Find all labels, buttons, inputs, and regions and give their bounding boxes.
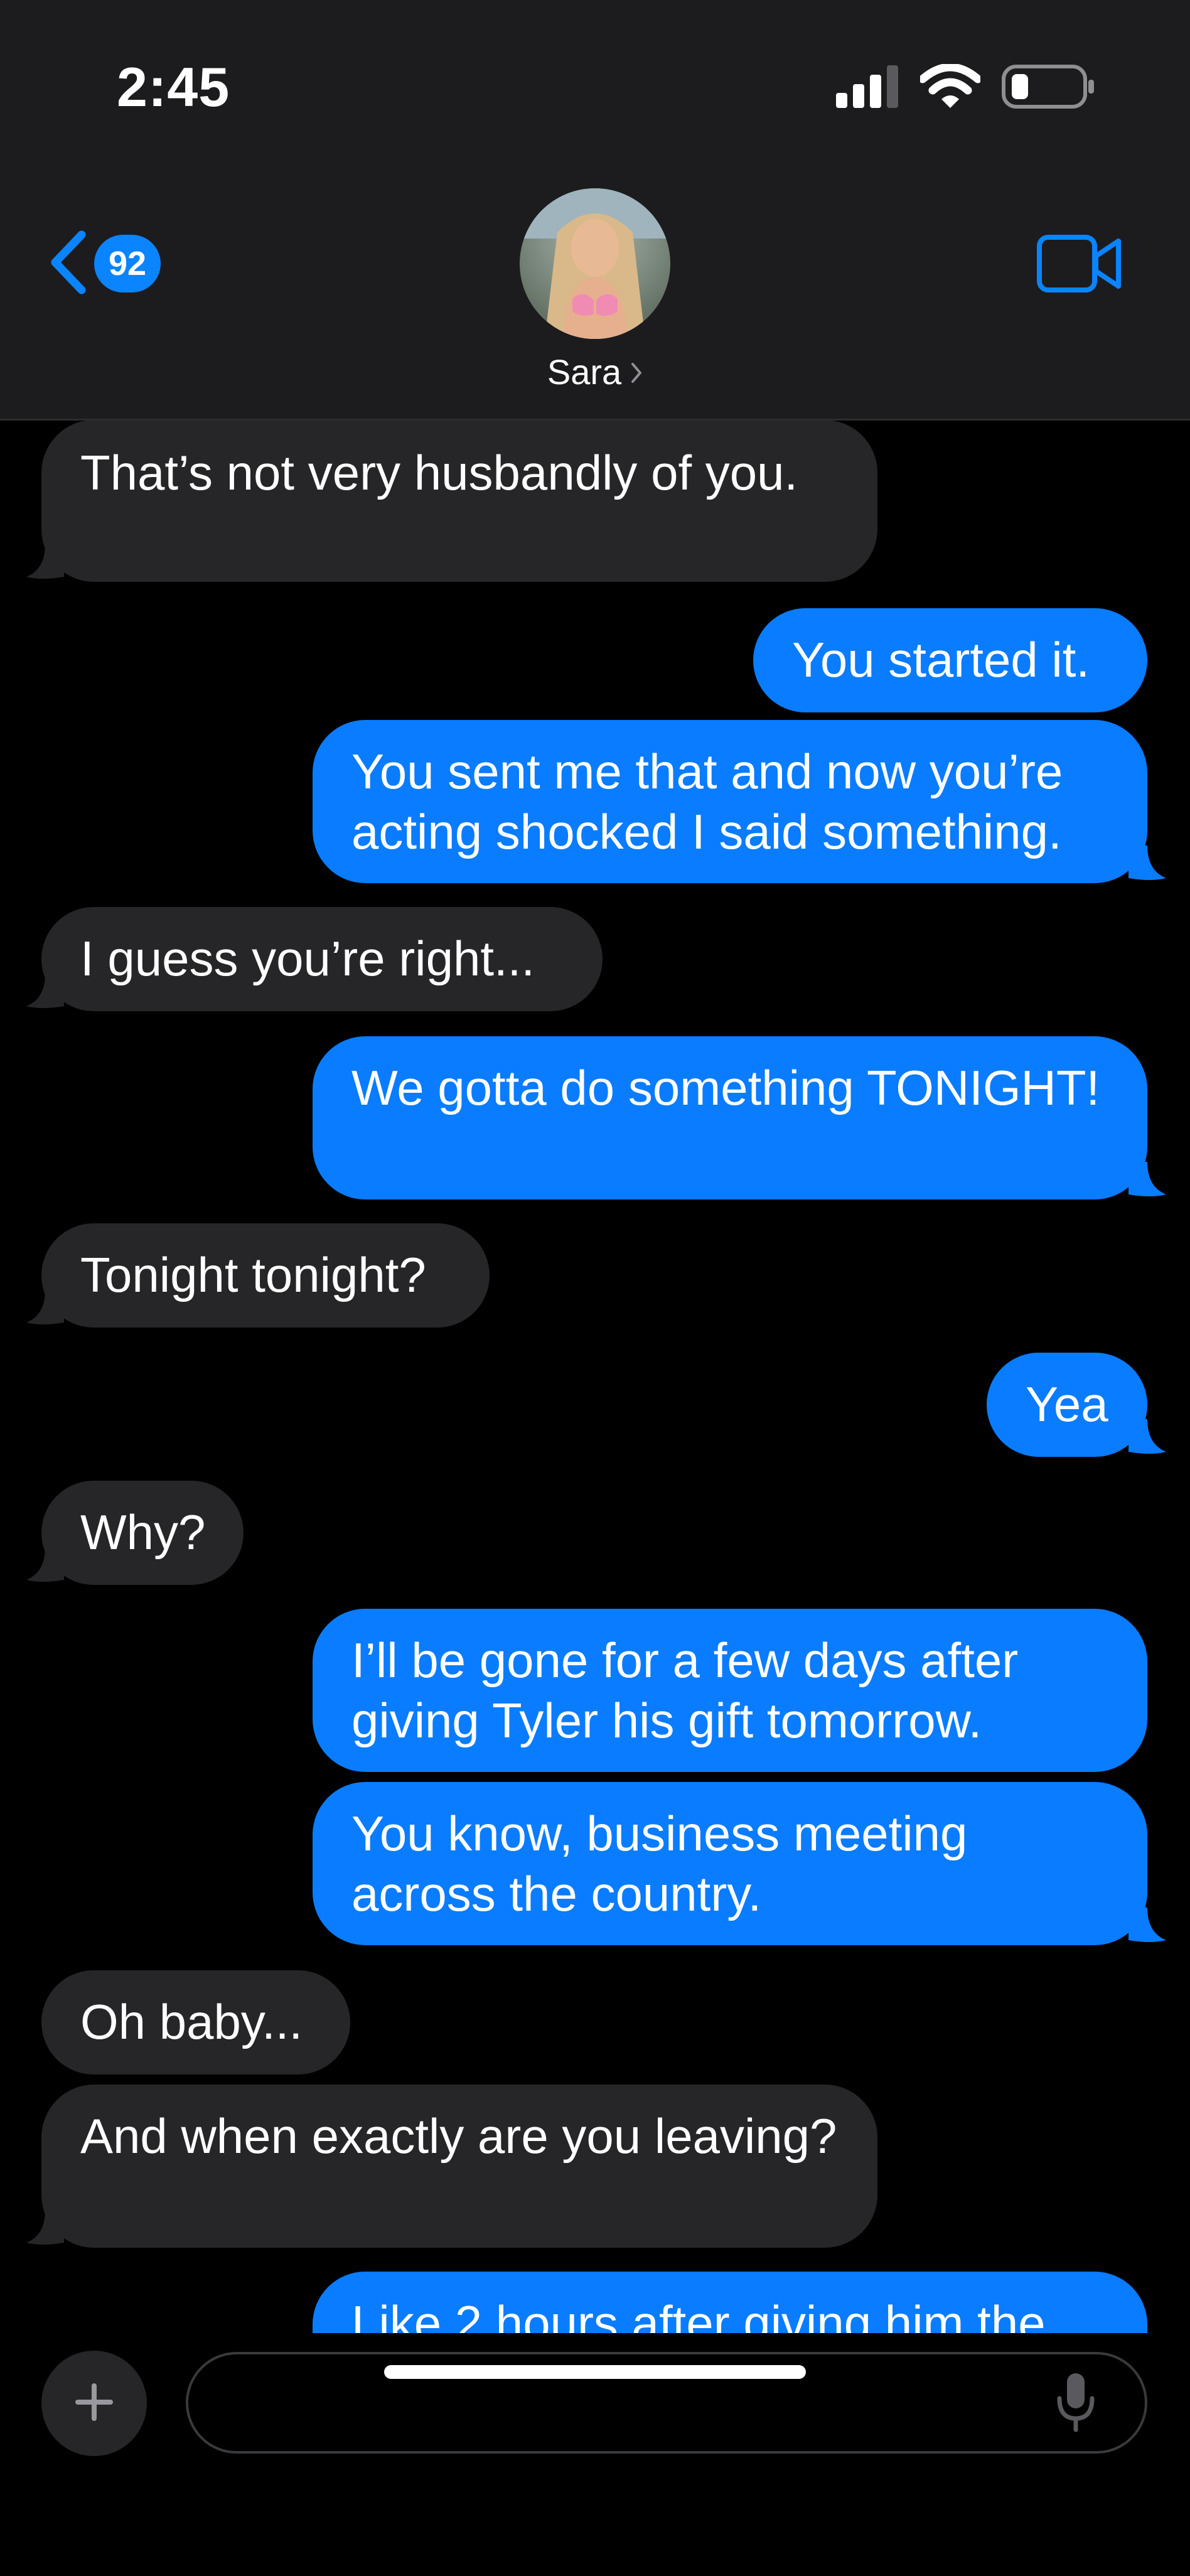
outgoing-message-bubble[interactable]: You sent me that and now you’re acting s… <box>313 720 1147 883</box>
bubble-tail <box>26 974 64 1008</box>
video-camera-icon <box>1037 235 1122 296</box>
chevron-right-icon <box>630 352 643 392</box>
message-thread[interactable]: That’s not very husbandly of you. You st… <box>0 419 1190 2333</box>
plus-icon <box>74 2382 114 2425</box>
incoming-message-bubble[interactable]: I guess you’re right... <box>41 907 603 1011</box>
contact-name: Sara <box>547 352 622 392</box>
bubble-tail <box>26 1290 64 1324</box>
facetime-video-button[interactable] <box>1037 233 1122 297</box>
incoming-message-bubble[interactable]: Tonight tonight? <box>41 1223 490 1328</box>
apps-plus-button[interactable] <box>41 2351 147 2456</box>
outgoing-message-bubble[interactable]: We gotta do something TONIGHT! <box>313 1036 1147 1199</box>
bubble-tail <box>26 2210 64 2245</box>
chevron-left-icon <box>49 230 88 298</box>
home-indicator[interactable] <box>384 2365 806 2379</box>
outgoing-message-bubble[interactable]: You know, business meeting across the co… <box>313 1782 1147 1945</box>
dictation-button[interactable] <box>1054 2371 1097 2437</box>
status-icons <box>836 63 1096 113</box>
incoming-message-bubble[interactable]: Oh baby... <box>41 1970 350 2074</box>
outgoing-message-bubble[interactable]: Yea <box>987 1353 1147 1457</box>
contact-avatar[interactable] <box>520 188 670 339</box>
bubble-tail <box>1128 845 1166 880</box>
incoming-message-bubble[interactable]: That’s not very husbandly of you. <box>41 420 877 582</box>
bubble-tail <box>1128 1162 1166 1196</box>
incoming-message-bubble[interactable]: Why? <box>41 1481 244 1585</box>
conversation-header: 2:45 92 Sara <box>0 0 1190 421</box>
back-button[interactable]: 92 <box>49 226 161 301</box>
bubble-tail <box>1128 1908 1166 1942</box>
cellular-signal-icon <box>836 65 899 111</box>
microphone-icon <box>1054 2373 1097 2436</box>
outgoing-message-bubble[interactable]: You started it. <box>753 608 1147 712</box>
bubble-tail <box>26 544 64 579</box>
battery-icon <box>1002 64 1096 112</box>
outgoing-message-bubble[interactable]: I’ll be gone for a few days after giving… <box>313 1609 1147 1772</box>
outgoing-message-bubble[interactable]: Like 2 hours after giving him the <box>313 2272 1147 2333</box>
incoming-message-bubble[interactable]: And when exactly are you leaving? <box>41 2085 877 2248</box>
contact-name-button[interactable]: Sara <box>0 352 1190 392</box>
bubble-tail <box>26 1547 64 1582</box>
wifi-icon <box>918 63 982 112</box>
bubble-tail <box>1128 1419 1166 1454</box>
unread-count-badge: 92 <box>94 235 161 292</box>
status-time: 2:45 <box>117 56 230 118</box>
